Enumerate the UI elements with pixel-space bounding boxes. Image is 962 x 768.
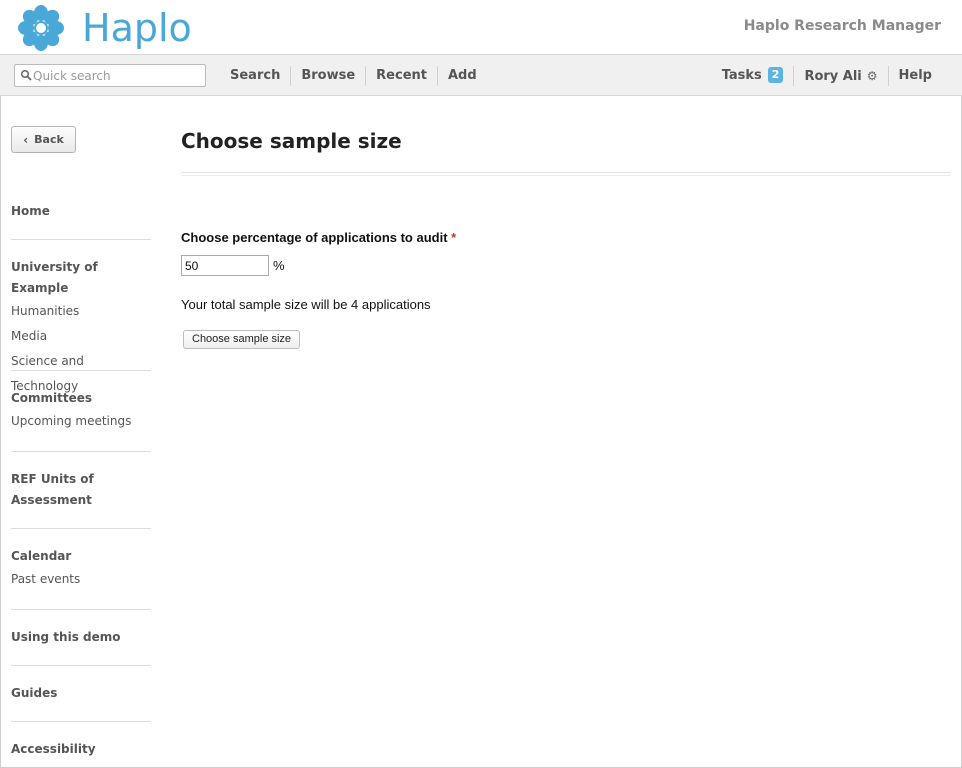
title-divider (181, 172, 951, 176)
quick-search-input[interactable] (33, 66, 201, 85)
sidebar-item-past-events[interactable]: Past events (11, 567, 151, 592)
sidebar-item-guides[interactable]: Guides (11, 683, 151, 704)
nav-browse[interactable]: Browse (291, 66, 365, 86)
sidebar-item-calendar[interactable]: Calendar (11, 546, 151, 567)
percentage-label-text: Choose percentage of applications to aud… (181, 230, 448, 245)
quick-search-box[interactable] (14, 64, 206, 87)
chevron-left-icon: ‹ (23, 132, 29, 147)
sidebar-item-using-demo[interactable]: Using this demo (11, 627, 151, 648)
back-button[interactable]: ‹ Back (11, 126, 76, 153)
sidebar-item-ref-units[interactable]: REF Units of Assessment (11, 469, 151, 511)
nav-tasks[interactable]: Tasks 2 (712, 66, 794, 86)
sidebar-group-home: Home (11, 201, 151, 222)
sidebar-group-using-demo: Using this demo (11, 627, 151, 648)
sidebar-divider (11, 528, 151, 529)
user-nav: Tasks 2 Rory Ali ⚙ Help (712, 55, 942, 96)
sidebar-divider (11, 665, 151, 666)
nav-help[interactable]: Help (889, 66, 942, 86)
haplo-flower-icon (18, 5, 64, 51)
search-icon (20, 69, 32, 81)
tasks-label: Tasks (721, 67, 762, 83)
logo-text[interactable]: Haplo (82, 6, 192, 50)
sidebar-group-accessibility: Accessibility (11, 739, 151, 760)
sidebar-group-calendar: Calendar Past events (11, 546, 151, 592)
sidebar-item-committees[interactable]: Committees (11, 388, 151, 409)
nav-user-menu[interactable]: Rory Ali ⚙ (794, 66, 887, 86)
ref-units-line2: Assessment (11, 493, 92, 507)
main-nav: Search Browse Recent Add (220, 55, 487, 96)
required-marker: * (451, 230, 457, 245)
ref-units-line1: REF Units of (11, 472, 94, 486)
tasks-count-badge: 2 (767, 66, 784, 83)
user-name: Rory Ali (804, 68, 862, 84)
sidebar-item-home[interactable]: Home (11, 201, 151, 222)
sidebar-divider (11, 451, 151, 452)
gear-icon: ⚙ (866, 68, 878, 83)
top-header: Haplo Haplo Research Manager (0, 0, 962, 55)
sidebar-divider (11, 370, 151, 371)
sidebar-divider (11, 239, 151, 240)
sidebar-item-humanities[interactable]: Humanities (11, 299, 151, 324)
sidebar-item-university[interactable]: University of Example (11, 257, 151, 299)
nav-recent[interactable]: Recent (366, 66, 437, 86)
nav-bar: Search Browse Recent Add Tasks 2 Rory Ali… (0, 55, 962, 96)
sidebar-divider (11, 609, 151, 610)
percentage-field-label: Choose percentage of applications to aud… (181, 230, 456, 245)
sidebar-item-accessibility[interactable]: Accessibility (11, 739, 151, 760)
nav-search[interactable]: Search (220, 66, 290, 86)
page-title: Choose sample size (181, 129, 402, 153)
percent-sign: % (273, 258, 285, 273)
sidebar-group-committees: Committees Upcoming meetings (11, 388, 151, 434)
sample-size-summary: Your total sample size will be 4 applica… (181, 297, 431, 312)
percentage-input[interactable] (181, 255, 269, 276)
app-name: Haplo Research Manager (743, 18, 941, 34)
sidebar-divider (11, 721, 151, 722)
sidebar-group-guides: Guides (11, 683, 151, 704)
back-label: Back (34, 133, 64, 146)
sidebar-group-ref-units: REF Units of Assessment (11, 469, 151, 511)
nav-add[interactable]: Add (438, 66, 487, 86)
choose-sample-size-button[interactable]: Choose sample size (183, 330, 301, 349)
sidebar-item-media[interactable]: Media (11, 324, 151, 349)
sidebar-group-university: University of Example Humanities Media S… (11, 257, 151, 399)
sidebar-item-upcoming-meetings[interactable]: Upcoming meetings (11, 409, 151, 434)
